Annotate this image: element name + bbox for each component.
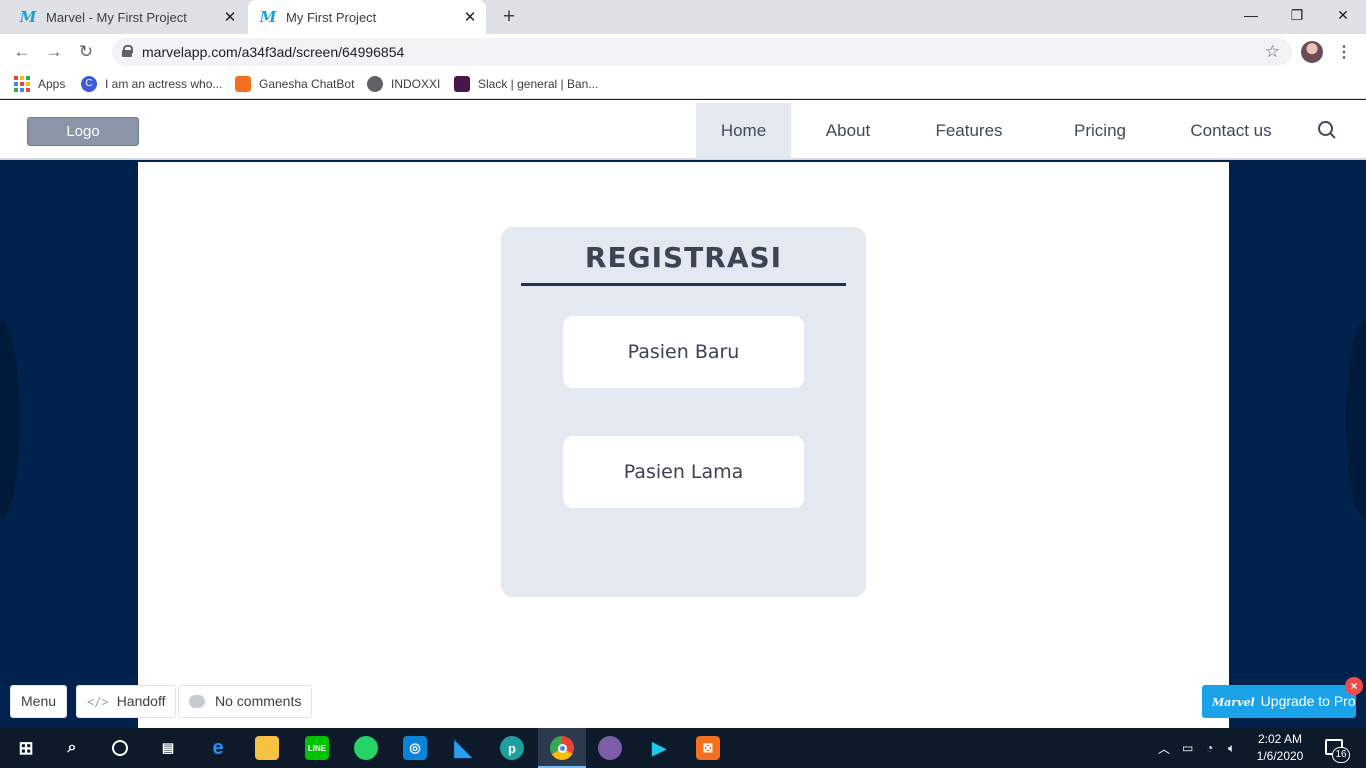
vscode-icon[interactable]: ◣	[451, 735, 475, 760]
c-logo-icon: C	[81, 76, 97, 92]
taskbar-clock[interactable]: 2:02 AM 1/6/2020	[1250, 731, 1310, 765]
tab-close-icon[interactable]: ✕	[218, 8, 242, 26]
new-tab-icon[interactable]: +	[498, 6, 520, 28]
apps-grid-icon	[14, 76, 30, 92]
bookmark-star-icon[interactable]: ☆	[1265, 42, 1280, 62]
minimize-icon[interactable]: —	[1228, 0, 1274, 30]
marvel-favicon-icon: M	[19, 8, 37, 26]
line-icon[interactable]: LINE	[305, 736, 329, 760]
globe-icon	[367, 76, 383, 92]
site-header: Logo Home About Features Pricing Contact…	[0, 100, 1366, 160]
notification-count-badge: 16	[1332, 747, 1350, 763]
registration-card: REGISTRASI Pasien Baru Pasien Lama	[501, 227, 866, 597]
title-divider	[521, 283, 846, 286]
bookmark-label: I am an actress who...	[105, 77, 223, 91]
nav-home[interactable]: Home	[696, 103, 791, 159]
bookmark-apps[interactable]: Apps	[14, 76, 65, 92]
handoff-button[interactable]: </> Handoff	[76, 685, 177, 718]
clock-time: 2:02 AM	[1257, 732, 1303, 746]
forward-arrow-icon[interactable]: →	[44, 42, 64, 62]
cortana-icon[interactable]	[108, 736, 132, 760]
pasien-baru-button[interactable]: Pasien Baru	[563, 316, 804, 388]
nav-contact[interactable]: Contact us	[1176, 103, 1286, 159]
app-icon[interactable]: ◎	[403, 736, 427, 760]
whatsapp-icon[interactable]	[354, 736, 378, 760]
nav-about[interactable]: About	[808, 103, 888, 159]
bookmark-indoxxi[interactable]: INDOXXI	[367, 76, 440, 92]
tab-title: My First Project	[286, 9, 377, 25]
bookmark-label: Slack | general | Ban...	[478, 77, 599, 91]
xampp-icon	[235, 76, 251, 92]
browser-toolbar: ← → ↻ marvelapp.com/a34f3ad/screen/64996…	[0, 34, 1366, 70]
terminal-icon[interactable]: ▶	[647, 736, 671, 760]
lock-icon	[122, 45, 133, 57]
search-taskbar-icon[interactable]: ⌕	[60, 736, 84, 760]
tray-chevron-icon[interactable]: ︿	[1158, 728, 1170, 768]
pasien-lama-button[interactable]: Pasien Lama	[563, 436, 804, 508]
browser-menu-icon[interactable]: ⋮	[1336, 42, 1352, 62]
marvel-favicon-icon: M	[259, 8, 277, 26]
battery-icon[interactable]: ▭	[1182, 728, 1193, 768]
windows-taskbar: ⊞ ⌕ ▤ e LINE ◎ ◣ p ▶ ⊠ ︿ ▭ ◔ 🔈︎ 2:02 AM …	[0, 728, 1366, 768]
marvel-logo-icon: Marvel	[1212, 696, 1255, 709]
comments-button[interactable]: No comments	[178, 685, 313, 718]
comments-label: No comments	[215, 693, 302, 709]
volume-icon[interactable]: 🔈︎	[1228, 728, 1235, 768]
upgrade-to-pro-button[interactable]: Marvel Upgrade to Pro	[1202, 685, 1356, 718]
bookmark-label: INDOXXI	[391, 77, 441, 91]
reload-icon[interactable]: ↻	[76, 42, 96, 62]
restore-icon[interactable]: ❐	[1274, 0, 1320, 30]
menu-button[interactable]: Menu	[10, 685, 68, 718]
profile-avatar[interactable]	[1301, 41, 1323, 63]
windows-start-icon[interactable]: ⊞	[14, 736, 38, 760]
tab-close-icon[interactable]: ✕	[458, 8, 482, 26]
file-explorer-icon[interactable]	[255, 736, 279, 760]
bookmark-label: Apps	[38, 77, 66, 91]
bookmark-actress[interactable]: C I am an actress who...	[81, 76, 222, 92]
bookmark-label: Ganesha ChatBot	[259, 77, 355, 91]
upgrade-label: Upgrade to Pro	[1260, 693, 1356, 709]
url-text: marvelapp.com/a34f3ad/screen/64996854	[142, 44, 405, 60]
address-bar[interactable]: marvelapp.com/a34f3ad/screen/64996854 ☆	[112, 38, 1292, 66]
prev-screen-hotspot[interactable]	[0, 320, 20, 520]
back-arrow-icon[interactable]: ←	[12, 42, 32, 62]
browser-tab-project[interactable]: M My First Project ✕	[248, 0, 486, 34]
task-view-icon[interactable]: ▤	[156, 736, 180, 760]
search-icon[interactable]	[1318, 121, 1336, 139]
xampp-taskbar-icon[interactable]: ⊠	[696, 736, 720, 760]
pdf-app-icon[interactable]: p	[500, 736, 524, 760]
comment-bubble-icon	[189, 695, 205, 708]
clock-date: 1/6/2020	[1256, 749, 1304, 763]
chrome-icon[interactable]	[550, 736, 574, 760]
tab-title: Marvel - My First Project	[46, 9, 187, 25]
cat-app-icon[interactable]	[598, 736, 622, 760]
code-icon: </>	[87, 695, 109, 709]
menu-label: Menu	[21, 693, 57, 709]
bookmark-ganesha[interactable]: Ganesha ChatBot	[235, 76, 354, 92]
bookmark-slack[interactable]: Slack | general | Ban...	[454, 76, 598, 92]
slack-icon	[454, 76, 470, 92]
logo-button[interactable]: Logo	[27, 117, 139, 146]
edge-icon[interactable]: e	[206, 736, 230, 760]
card-title: REGISTRASI	[584, 241, 783, 274]
upgrade-close-icon[interactable]: ×	[1345, 677, 1363, 695]
wifi-icon[interactable]: ◔	[1206, 728, 1213, 768]
handoff-label: Handoff	[116, 693, 166, 709]
browser-titlebar: M Marvel - My First Project ✕ M My First…	[0, 0, 1366, 34]
next-screen-hotspot[interactable]	[1346, 320, 1366, 520]
nav-features[interactable]: Features	[924, 103, 1014, 159]
bookmarks-bar: Apps C I am an actress who... Ganesha Ch…	[0, 70, 1366, 99]
window-close-icon[interactable]: ✕	[1320, 0, 1366, 30]
browser-tab-marvel[interactable]: M Marvel - My First Project ✕	[8, 0, 246, 34]
nav-pricing[interactable]: Pricing	[1060, 103, 1140, 159]
